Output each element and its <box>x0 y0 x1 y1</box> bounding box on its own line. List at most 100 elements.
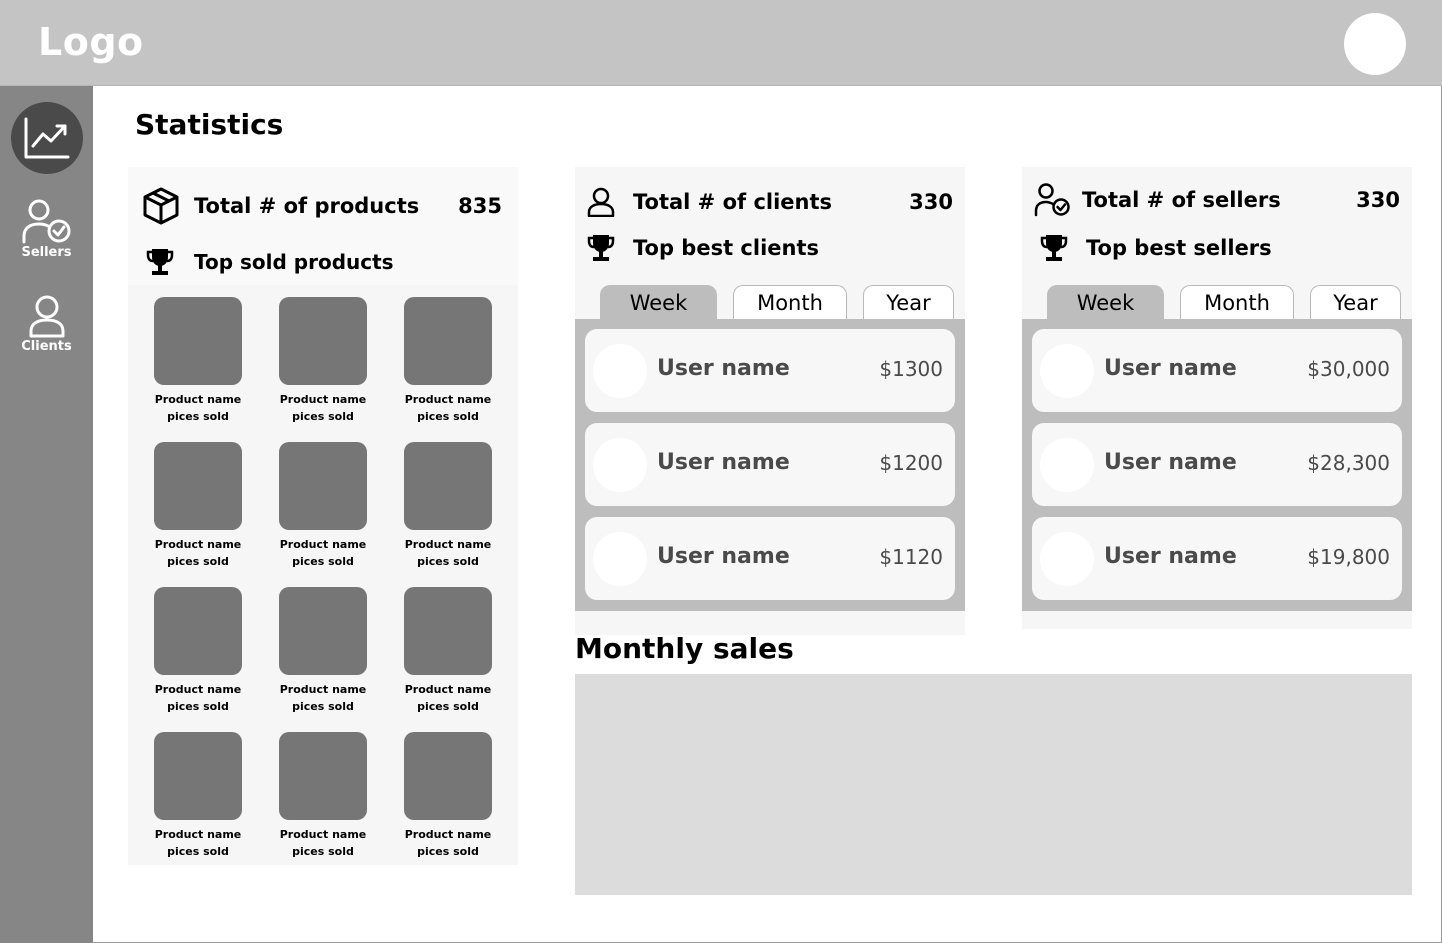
top-sellers-label: Top best sellers <box>1086 236 1272 260</box>
seller-row[interactable]: User name $19,800 <box>1032 517 1402 600</box>
product-thumbnail <box>154 587 242 675</box>
client-row[interactable]: User name $1120 <box>585 517 955 600</box>
seller-amount: $30,000 <box>1307 357 1390 381</box>
top-clients-label: Top best clients <box>633 236 820 260</box>
sidebar-item-label: Clients <box>21 339 72 354</box>
product-thumbnail <box>154 732 242 820</box>
seller-amount: $28,300 <box>1307 451 1390 475</box>
client-row[interactable]: User name $1200 <box>585 423 955 506</box>
sellers-total-row: Total # of sellers 330 <box>1034 183 1400 217</box>
seller-row[interactable]: User name $28,300 <box>1032 423 1402 506</box>
product-card[interactable]: Product name pices sold <box>398 587 498 715</box>
clients-period-tabs: Week Month Year <box>575 285 965 320</box>
tab-month[interactable]: Month <box>1180 285 1294 319</box>
product-card[interactable]: Product name pices sold <box>148 442 248 570</box>
client-name: User name <box>657 356 790 381</box>
product-card[interactable]: Product name pices sold <box>273 442 373 570</box>
tab-month[interactable]: Month <box>733 285 847 319</box>
avatar <box>1040 438 1094 492</box>
product-pieces-sold: pices sold <box>292 410 354 423</box>
sidebar-item-statistics[interactable] <box>11 102 83 174</box>
clients-ranking-list: User name $1300 User name $1200 User nam… <box>575 319 965 611</box>
product-card[interactable]: Product name pices sold <box>273 732 373 860</box>
product-pieces-sold: pices sold <box>167 410 229 423</box>
product-pieces-sold: pices sold <box>167 700 229 713</box>
user-avatar[interactable] <box>1344 13 1406 75</box>
product-thumbnail <box>154 297 242 385</box>
product-thumbnail <box>404 732 492 820</box>
product-pieces-sold: pices sold <box>417 700 479 713</box>
products-total-row: Total # of products 835 <box>142 187 502 225</box>
products-header: Total # of products 835 Top sold product… <box>128 167 518 285</box>
top-sellers-row: Top best sellers <box>1034 233 1400 263</box>
product-card[interactable]: Product name pices sold <box>273 587 373 715</box>
product-pieces-sold: pices sold <box>417 845 479 858</box>
box-icon <box>143 187 179 225</box>
product-thumbnail <box>279 297 367 385</box>
sidebar-item-sellers[interactable]: Sellers <box>0 198 93 260</box>
product-thumbnail <box>404 297 492 385</box>
seller-row[interactable]: User name $30,000 <box>1032 329 1402 412</box>
sellers-ranking-list: User name $30,000 User name $28,300 User… <box>1022 319 1412 611</box>
top-sold-row: Top sold products <box>146 247 394 277</box>
product-card[interactable]: Product name pices sold <box>398 297 498 425</box>
product-thumbnail <box>404 587 492 675</box>
sidebar-item-clients[interactable]: Clients <box>0 294 93 354</box>
tab-week[interactable]: Week <box>600 285 717 320</box>
product-name: Product name <box>279 828 367 841</box>
product-name: Product name <box>404 828 492 841</box>
product-card[interactable]: Product name pices sold <box>398 442 498 570</box>
trophy-icon <box>587 235 615 261</box>
trend-chart-icon <box>24 117 70 159</box>
tab-year[interactable]: Year <box>1310 285 1401 319</box>
avatar <box>1040 344 1094 398</box>
product-thumbnail <box>279 732 367 820</box>
product-pieces-sold: pices sold <box>417 410 479 423</box>
client-name: User name <box>657 450 790 475</box>
product-name: Product name <box>154 828 242 841</box>
product-name: Product name <box>404 393 492 406</box>
product-name: Product name <box>404 683 492 696</box>
product-thumbnail <box>279 442 367 530</box>
page-title: Statistics <box>135 108 284 141</box>
tab-week[interactable]: Week <box>1047 285 1164 320</box>
product-name: Product name <box>404 538 492 551</box>
tab-year[interactable]: Year <box>863 285 954 319</box>
product-card[interactable]: Product name pices sold <box>148 587 248 715</box>
products-total-count: 835 <box>458 194 502 218</box>
product-card[interactable]: Product name pices sold <box>273 297 373 425</box>
product-name: Product name <box>154 538 242 551</box>
seller-name: User name <box>1104 356 1237 381</box>
avatar <box>593 438 647 492</box>
client-name: User name <box>657 544 790 569</box>
sellers-total-count: 330 <box>1356 188 1400 212</box>
product-pieces-sold: pices sold <box>292 555 354 568</box>
user-icon <box>587 187 615 217</box>
clients-total-label: Total # of clients <box>633 190 833 214</box>
product-card[interactable]: Product name pices sold <box>148 732 248 860</box>
product-card[interactable]: Product name pices sold <box>148 297 248 425</box>
avatar <box>593 532 647 586</box>
product-name: Product name <box>154 683 242 696</box>
product-card[interactable]: Product name pices sold <box>398 732 498 860</box>
product-pieces-sold: pices sold <box>292 845 354 858</box>
client-row[interactable]: User name $1300 <box>585 329 955 412</box>
products-total-label: Total # of products <box>194 194 420 218</box>
sellers-period-tabs: Week Month Year <box>1022 285 1412 320</box>
product-pieces-sold: pices sold <box>167 845 229 858</box>
avatar <box>593 344 647 398</box>
seller-name: User name <box>1104 544 1237 569</box>
logo[interactable]: Logo <box>38 20 144 64</box>
product-name: Product name <box>279 393 367 406</box>
monthly-sales-chart-placeholder <box>575 674 1412 895</box>
product-thumbnail <box>279 587 367 675</box>
clients-panel: Total # of clients 330 Top best clients … <box>575 167 965 635</box>
top-clients-row: Top best clients <box>587 233 953 263</box>
top-bar: Logo <box>0 0 1442 86</box>
user-badge-icon <box>1034 183 1070 217</box>
monthly-sales-title: Monthly sales <box>575 632 794 665</box>
client-amount: $1120 <box>879 545 943 569</box>
clients-total-count: 330 <box>909 190 953 214</box>
product-name: Product name <box>279 683 367 696</box>
seller-amount: $19,800 <box>1307 545 1390 569</box>
